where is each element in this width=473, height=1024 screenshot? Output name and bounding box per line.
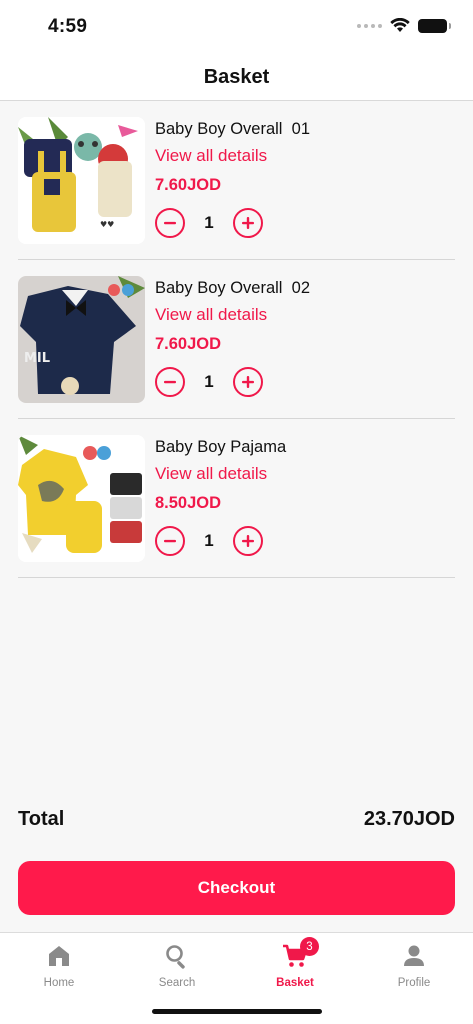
quantity-value: 1 (204, 372, 214, 391)
baby-pajama-yellow-image[interactable] (18, 435, 145, 562)
quantity-stepper: 1 (155, 526, 263, 556)
minus-icon (164, 221, 176, 225)
item-name: Baby Boy Pajama (155, 438, 287, 456)
nav-header: Basket (0, 54, 473, 101)
item-price: 8.50JOD (155, 494, 222, 512)
view-details-link[interactable]: View all details (155, 146, 267, 166)
home-icon (49, 946, 69, 966)
svg-text:♥♥: ♥♥ (100, 220, 114, 229)
baby-overall-yellow-image[interactable]: ♥♥ (18, 117, 145, 244)
item-price: 7.60JOD (155, 176, 222, 194)
search-icon (166, 945, 185, 969)
item-name: Baby Boy Overall 01 (155, 120, 310, 138)
baby-overall-navy-image[interactable]: MIL (18, 276, 145, 403)
total-label: Total (18, 808, 65, 830)
tab-label: Home (43, 977, 75, 989)
home-indicator[interactable] (152, 1009, 322, 1014)
view-details-link[interactable]: View all details (155, 305, 267, 325)
view-details-link[interactable]: View all details (155, 464, 267, 484)
basket-list: ♥♥ Baby Boy Overall 01 View all details … (0, 101, 473, 578)
tab-search[interactable]: Search (118, 941, 236, 991)
battery-icon (418, 18, 451, 33)
quantity-stepper: 1 (155, 208, 263, 238)
person-icon (404, 945, 424, 966)
quantity-value: 1 (204, 531, 214, 550)
signal-icon (357, 23, 382, 28)
page-title: Basket (203, 65, 270, 88)
decrement-button[interactable] (155, 526, 185, 556)
minus-icon (164, 380, 176, 384)
quantity-stepper: 1 (155, 367, 263, 397)
status-bar: 4:59 (0, 0, 473, 54)
tab-profile[interactable]: Profile (355, 941, 473, 991)
wifi-icon (390, 18, 410, 32)
increment-button[interactable] (233, 526, 263, 556)
basket-item: MIL Baby Boy Overall 02 View all details… (18, 260, 455, 419)
tab-label: Basket (276, 977, 314, 989)
status-icons (357, 18, 451, 33)
increment-button[interactable] (233, 208, 263, 238)
cart-count-badge: 3 (300, 937, 319, 956)
minus-icon (164, 539, 176, 543)
tab-basket[interactable]: 3 Basket (236, 937, 354, 991)
plus-icon (242, 535, 254, 547)
tab-label: Profile (397, 977, 431, 989)
svg-text:MIL: MIL (24, 351, 50, 366)
plus-icon (242, 376, 254, 388)
tab-home[interactable]: Home (0, 941, 118, 991)
total-value: 23.70JOD (363, 808, 455, 830)
item-price: 7.60JOD (155, 335, 222, 353)
total-row: Total 23.70JOD (18, 808, 455, 831)
plus-icon (242, 217, 254, 229)
decrement-button[interactable] (155, 367, 185, 397)
increment-button[interactable] (233, 367, 263, 397)
tab-label: Search (158, 977, 196, 989)
checkout-button[interactable]: Checkout (18, 861, 455, 915)
decrement-button[interactable] (155, 208, 185, 238)
basket-item: ♥♥ Baby Boy Overall 01 View all details … (18, 101, 455, 260)
item-name: Baby Boy Overall 02 (155, 279, 310, 297)
status-time: 4:59 (48, 16, 88, 37)
basket-item: Baby Boy Pajama View all details 8.50JOD… (18, 419, 455, 578)
quantity-value: 1 (204, 213, 214, 232)
